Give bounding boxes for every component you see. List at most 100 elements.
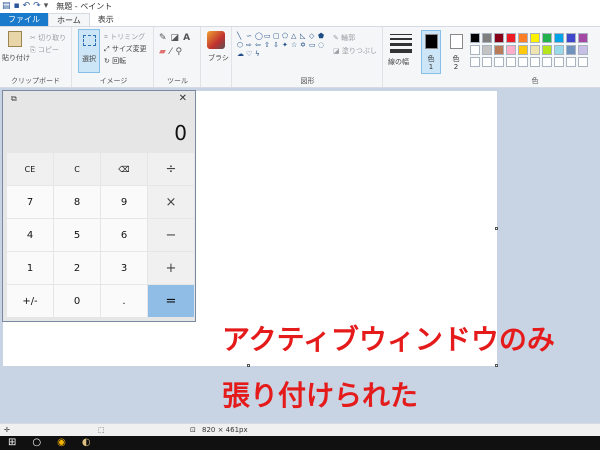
pasted-calculator-image[interactable]: ⧉ ✕ 0 CE C ⌫ ÷ 7 8 9 × 4 5 6−1 2 3 + +/- 0. = (2, 90, 196, 322)
arrow-up-icon[interactable]: ⇧ (264, 41, 272, 49)
palette-swatch[interactable] (470, 57, 480, 67)
paint-taskbar-icon[interactable]: ◐ (82, 436, 91, 450)
line-icon[interactable]: ╲ (237, 32, 245, 40)
fill-button[interactable]: ◪ 塗りつぶし (333, 46, 377, 56)
close-icon: ✕ (178, 93, 187, 104)
arrow-down-icon[interactable]: ⇩ (273, 41, 281, 49)
resize-handle-right[interactable] (495, 227, 498, 230)
copy-button[interactable]: ⎘ コピー (30, 45, 59, 55)
redo-icon[interactable]: ↷ (33, 0, 41, 13)
palette-swatch[interactable] (494, 57, 504, 67)
calc-key: = (148, 285, 194, 317)
palette-swatch[interactable] (494, 33, 504, 43)
color2-button[interactable]: 色 2 (446, 30, 466, 74)
windows-start-icon[interactable]: ⊞ (8, 436, 16, 450)
star5-icon[interactable]: ☆ (291, 41, 299, 49)
palette-swatch[interactable] (554, 33, 564, 43)
right-triangle-icon[interactable]: ◺ (300, 32, 308, 40)
calc-key: − (148, 219, 194, 251)
cut-button[interactable]: ✂ 切り取り (30, 33, 66, 43)
palette-swatch[interactable] (506, 57, 516, 67)
customize-icon[interactable]: ▾ (44, 0, 49, 13)
palette-swatch[interactable] (518, 33, 528, 43)
calc-key: 0 (54, 285, 100, 317)
palette-swatch[interactable] (506, 45, 516, 55)
fill-icon[interactable]: ◪ (171, 33, 180, 43)
palette-swatch[interactable] (518, 57, 528, 67)
round-rect-icon[interactable]: ▢ (273, 32, 281, 40)
palette-swatch[interactable] (566, 33, 576, 43)
palette-swatch[interactable] (566, 45, 576, 55)
callout-icon[interactable]: ▭ (309, 41, 317, 49)
save-icon[interactable]: ▪ (14, 0, 20, 13)
taskbar: ⊞ ○ ◉ ◐ (0, 436, 600, 450)
palette-swatch[interactable] (578, 45, 588, 55)
palette-swatch[interactable] (554, 57, 564, 67)
callout-cloud-icon[interactable]: ☁ (237, 50, 245, 58)
oval-icon[interactable]: ◯ (255, 32, 263, 40)
star4-icon[interactable]: ✦ (282, 41, 290, 49)
lightning-icon[interactable]: ϟ (255, 50, 263, 58)
curve-icon[interactable]: ∽ (246, 32, 254, 40)
palette-swatch[interactable] (470, 33, 480, 43)
calc-key: × (148, 186, 194, 218)
magnifier-icon[interactable]: ⚲ (175, 47, 182, 57)
calc-key: ÷ (148, 153, 194, 185)
palette-swatch[interactable] (530, 45, 540, 55)
chrome-icon[interactable]: ◉ (57, 436, 66, 450)
pentagon-icon[interactable]: ⬟ (318, 32, 326, 40)
palette-swatch[interactable] (494, 45, 504, 55)
triangle-icon[interactable]: △ (291, 32, 299, 40)
search-icon[interactable]: ○ (32, 436, 41, 450)
star6-icon[interactable]: ✡ (300, 41, 308, 49)
diamond-icon[interactable]: ◇ (309, 32, 317, 40)
arrow-left-icon[interactable]: ⇦ (255, 41, 263, 49)
text-icon[interactable]: A (183, 33, 190, 43)
selection-size-icon: ⬚ (98, 426, 105, 434)
color1-button[interactable]: 色 1 (421, 30, 441, 74)
rotate-button[interactable]: ↻ 回転 (104, 56, 126, 66)
color-picker-icon[interactable]: ⁄ (170, 47, 172, 57)
tab-file[interactable]: ファイル (0, 13, 48, 26)
palette-swatch[interactable] (554, 45, 564, 55)
size-button[interactable]: 線の幅 (384, 27, 418, 87)
calc-key: 2 (54, 252, 100, 284)
heart-icon[interactable]: ♡ (246, 50, 254, 58)
palette-swatch[interactable] (482, 45, 492, 55)
palette-swatch[interactable] (530, 57, 540, 67)
palette-swatch[interactable] (518, 45, 528, 55)
shapes-gallery[interactable]: ╲ ∽ ◯ ▭ ▢ ⬠ △ ◺ ◇ ⬟ ⬡ ⇨ ⇦ ⇧ ⇩ ✦ ☆ ✡ ▭ ◌ ☁ ♡ ϟ (237, 32, 325, 58)
palette-swatch[interactable] (482, 57, 492, 67)
tab-view[interactable]: 表示 (90, 13, 122, 26)
calculator-titlebar: ⧉ ✕ (3, 91, 195, 109)
resize-button[interactable]: ⤢ サイズ変更 (104, 44, 147, 54)
resize-handle-bottom[interactable] (247, 364, 250, 367)
color-palette[interactable] (470, 33, 588, 67)
group-brushes[interactable]: ブラシ (202, 27, 232, 87)
palette-swatch[interactable] (542, 33, 552, 43)
palette-swatch[interactable] (542, 45, 552, 55)
pencil-icon[interactable]: ✎ (159, 33, 167, 43)
eraser-icon[interactable]: ▰ (159, 47, 166, 57)
callout-oval-icon[interactable]: ◌ (318, 41, 326, 49)
palette-swatch[interactable] (578, 57, 588, 67)
palette-swatch[interactable] (566, 57, 576, 67)
palette-swatch[interactable] (530, 33, 540, 43)
resize-handle-corner[interactable] (495, 364, 498, 367)
palette-swatch[interactable] (482, 33, 492, 43)
paint-icon[interactable]: ▤ (2, 0, 11, 13)
palette-swatch[interactable] (470, 45, 480, 55)
tab-home[interactable]: ホーム (48, 13, 90, 26)
hexagon-icon[interactable]: ⬡ (237, 41, 245, 49)
arrow-right-icon[interactable]: ⇨ (246, 41, 254, 49)
paste-button[interactable]: 貼り付け (2, 29, 30, 69)
palette-swatch[interactable] (542, 57, 552, 67)
select-button[interactable]: 選択 (78, 29, 100, 73)
outline-button[interactable]: ✎ 輪郭 (333, 33, 355, 43)
crop-button[interactable]: ⌗ トリミング (104, 32, 145, 42)
rect-icon[interactable]: ▭ (264, 32, 272, 40)
polygon-icon[interactable]: ⬠ (282, 32, 290, 40)
palette-swatch[interactable] (506, 33, 516, 43)
palette-swatch[interactable] (578, 33, 588, 43)
undo-icon[interactable]: ↶ (23, 0, 31, 13)
